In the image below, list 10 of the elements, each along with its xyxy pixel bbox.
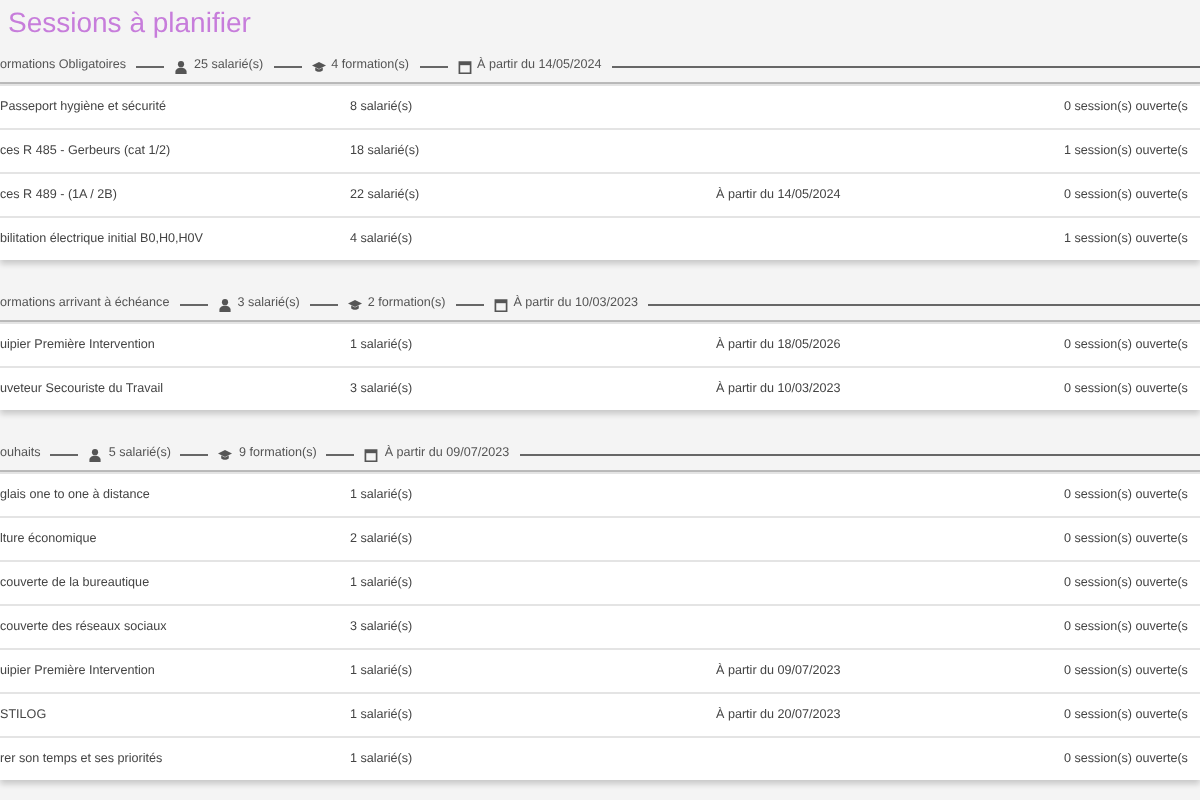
calendar-icon	[364, 447, 379, 461]
calendar-icon	[493, 297, 508, 311]
person-icon	[174, 59, 188, 73]
calendar-icon	[457, 59, 471, 73]
graduation-cap-icon	[218, 447, 233, 461]
graduation-cap-icon	[347, 297, 362, 311]
graduation-cap-icon	[311, 59, 326, 73]
person-icon	[217, 297, 232, 311]
person-icon	[88, 447, 103, 461]
page-title: Sessions à planifier	[6, 4, 253, 42]
